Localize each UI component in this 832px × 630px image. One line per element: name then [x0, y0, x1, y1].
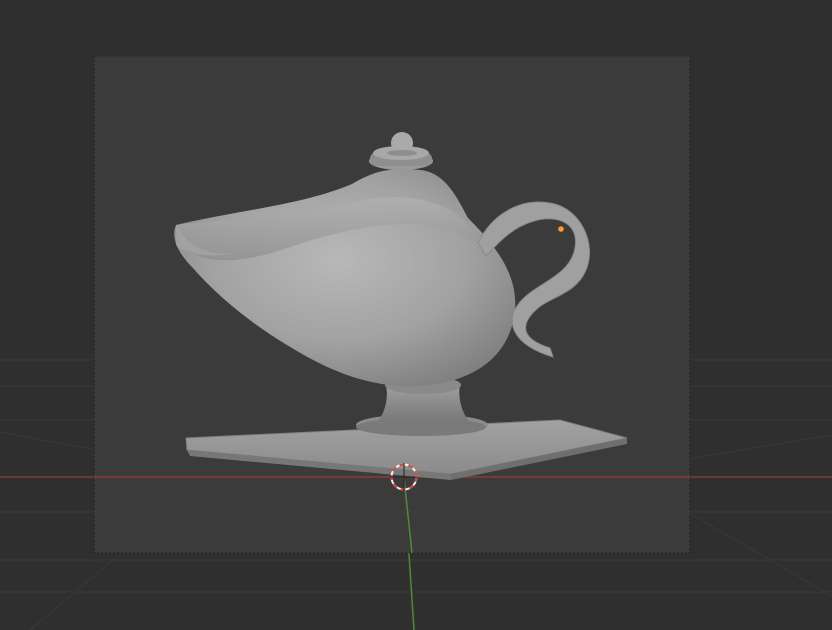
3d-viewport[interactable]: [0, 0, 832, 630]
selected-vertex[interactable]: [558, 226, 564, 232]
viewport-scene[interactable]: [0, 0, 832, 630]
